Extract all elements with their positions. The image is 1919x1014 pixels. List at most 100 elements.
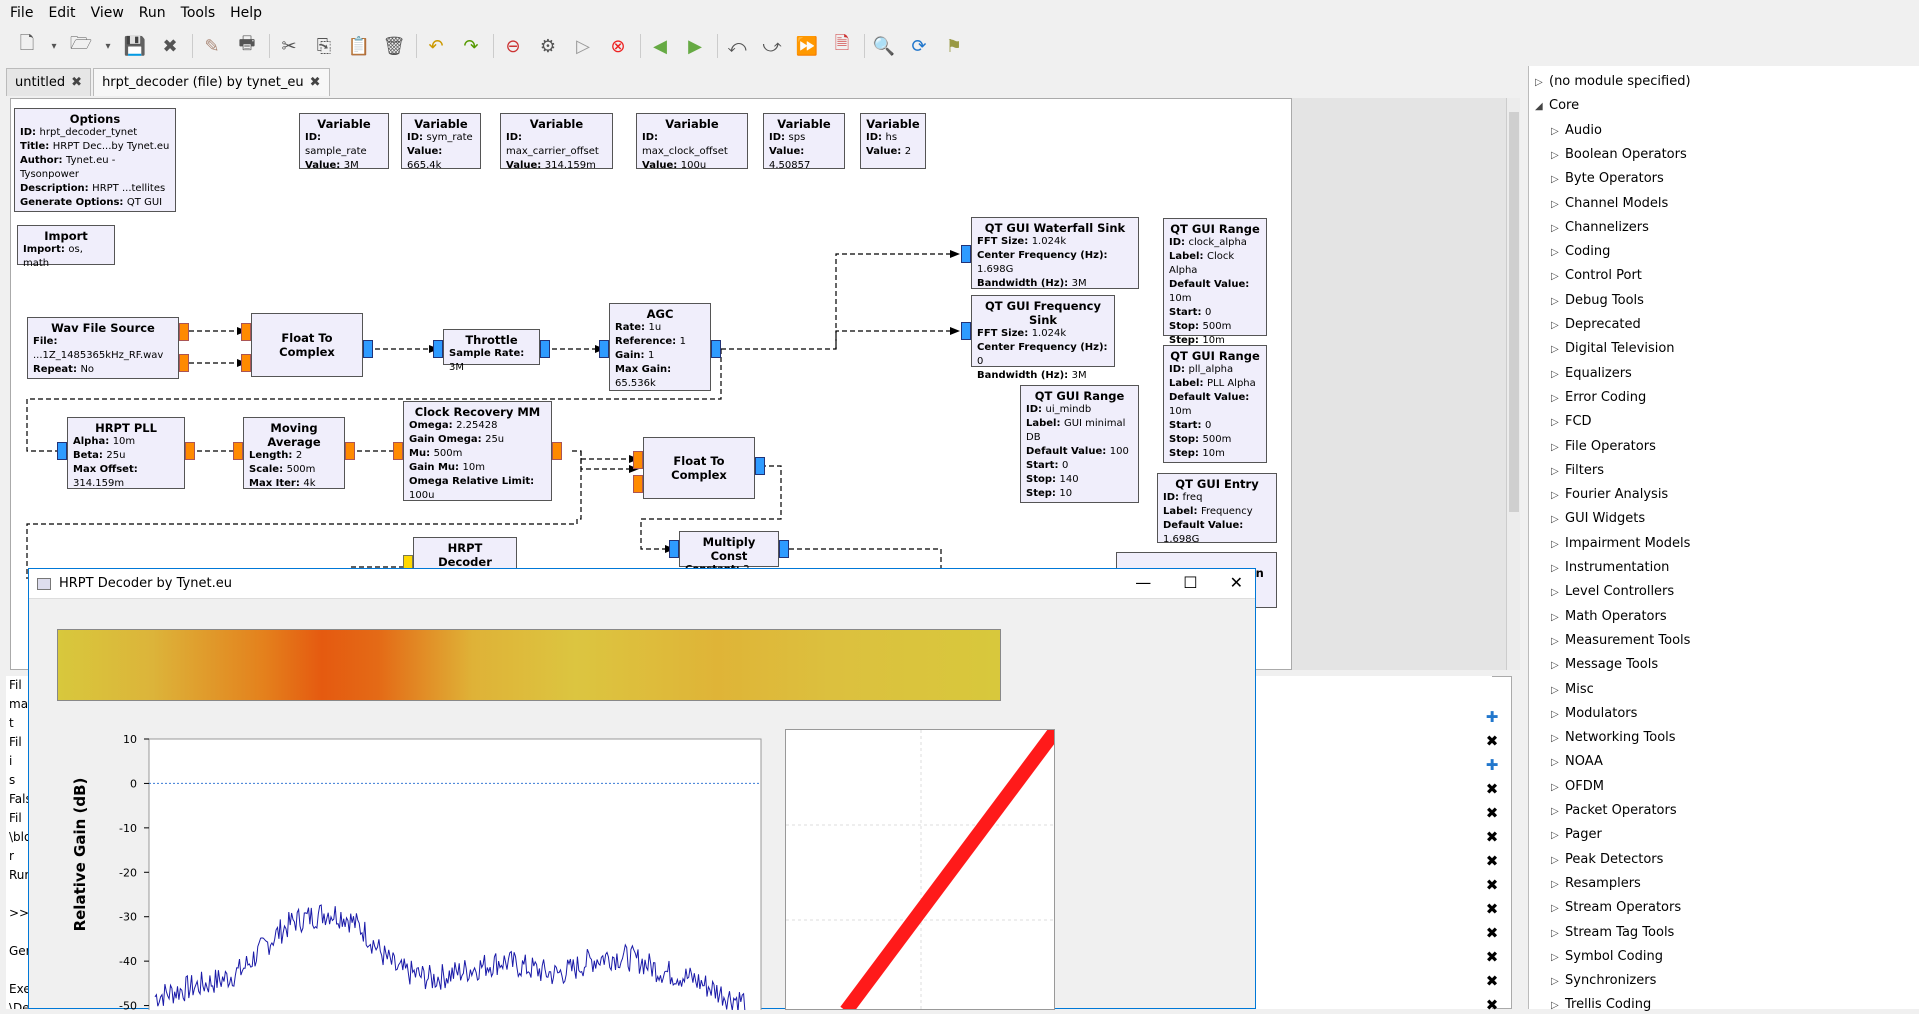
new-dropdown-icon[interactable]: ▾ bbox=[49, 33, 59, 59]
paste-icon[interactable]: 📋 bbox=[346, 33, 372, 59]
port-in[interactable] bbox=[433, 340, 443, 358]
block-qt-gui-range-mindb[interactable]: QT GUI Range ID: ui_mindb Label: GUI minim… bbox=[1020, 385, 1139, 503]
collapsed-arrow-icon[interactable]: ▷ bbox=[1551, 417, 1565, 428]
remove-icon[interactable]: ✖ bbox=[1485, 732, 1499, 750]
port-out[interactable] bbox=[711, 340, 721, 358]
block-variable-sample-rate[interactable]: Variable ID: sample_rate Value: 3M bbox=[299, 113, 389, 171]
scrollbar-thumb[interactable] bbox=[1509, 112, 1519, 512]
block-variable-hs[interactable]: Variable ID: hs Value: 2 bbox=[860, 113, 926, 169]
collapsed-arrow-icon[interactable]: ▷ bbox=[1551, 126, 1565, 137]
port-in[interactable] bbox=[633, 475, 643, 493]
library-category[interactable]: ▷ Level Controllers bbox=[1551, 584, 1674, 599]
block-library-tree[interactable]: ▷ (no module specified) ◢ Core ▷ Audio ▷ Boolea… bbox=[1528, 66, 1919, 1012]
collapsed-arrow-icon[interactable]: ▷ bbox=[1551, 685, 1565, 696]
collapsed-arrow-icon[interactable]: ▷ bbox=[1551, 514, 1565, 525]
collapsed-arrow-icon[interactable]: ▷ bbox=[1551, 830, 1565, 841]
execute-icon[interactable]: ▷ bbox=[570, 33, 596, 59]
delete-icon[interactable]: 🗑 bbox=[381, 33, 407, 59]
library-category[interactable]: ▷ Control Port bbox=[1551, 268, 1642, 283]
menu-file[interactable]: File bbox=[10, 5, 33, 21]
block-float-to-complex-2[interactable]: Float To Complex bbox=[643, 437, 755, 499]
library-category[interactable]: ▷ NOAA bbox=[1551, 754, 1603, 769]
library-category[interactable]: ▷ Error Coding bbox=[1551, 390, 1646, 405]
library-category[interactable]: ▷ File Operators bbox=[1551, 439, 1656, 454]
library-category[interactable]: ▷ Deprecated bbox=[1551, 317, 1641, 332]
block-qt-gui-range-pll-alpha[interactable]: QT GUI Range ID: pll_alpha Label: PLL Alph… bbox=[1163, 345, 1267, 463]
menu-view[interactable]: View bbox=[91, 5, 124, 21]
hrpt-decoder-window[interactable]: HRPT Decoder by Tynet.eu — ☐ ✕ 10 0 -10 -20… bbox=[28, 568, 1256, 1010]
collapsed-arrow-icon[interactable]: ▷ bbox=[1551, 709, 1565, 720]
collapsed-arrow-icon[interactable]: ▷ bbox=[1551, 1000, 1565, 1011]
library-category[interactable]: ▷ Synchronizers bbox=[1551, 973, 1656, 988]
collapsed-arrow-icon[interactable]: ▷ bbox=[1551, 636, 1565, 647]
tab-untitled[interactable]: untitled ✖ bbox=[6, 68, 92, 96]
remove-icon[interactable]: ✖ bbox=[1485, 780, 1499, 798]
library-category[interactable]: ▷ (no module specified) bbox=[1535, 74, 1691, 89]
port-in[interactable] bbox=[961, 322, 971, 340]
library-category[interactable]: ▷ Peak Detectors bbox=[1551, 852, 1663, 867]
collapsed-arrow-icon[interactable]: ▷ bbox=[1551, 733, 1565, 744]
save-icon[interactable]: 💾 bbox=[122, 33, 148, 59]
library-category[interactable]: ▷ Instrumentation bbox=[1551, 560, 1669, 575]
arrow-left-icon[interactable]: ◀ bbox=[647, 33, 673, 59]
window-title-bar[interactable]: HRPT Decoder by Tynet.eu bbox=[29, 569, 1255, 599]
block-variable-max-carrier-offset[interactable]: Variable ID: max_carrier_offset Value: 314… bbox=[500, 113, 613, 171]
block-qt-gui-frequency-sink[interactable]: QT GUI Frequency Sink FFT Size: 1.024k Cen… bbox=[971, 295, 1115, 381]
library-category[interactable]: ▷ Modulators bbox=[1551, 706, 1637, 721]
collapsed-arrow-icon[interactable]: ▷ bbox=[1551, 199, 1565, 210]
remove-icon[interactable]: ✖ bbox=[1485, 924, 1499, 942]
library-category[interactable]: ▷ FCD bbox=[1551, 414, 1592, 429]
block-variable-sps[interactable]: Variable ID: sps Value: 4.50857 bbox=[763, 113, 845, 171]
menu-edit[interactable]: Edit bbox=[48, 5, 75, 21]
port-out[interactable] bbox=[185, 442, 195, 460]
library-category[interactable]: ▷ Coding bbox=[1551, 244, 1610, 259]
library-category[interactable]: ▷ Channelizers bbox=[1551, 220, 1649, 235]
library-category[interactable]: ▷ Measurement Tools bbox=[1551, 633, 1690, 648]
port-out[interactable] bbox=[345, 442, 355, 460]
cut-icon[interactable]: ✂ bbox=[276, 33, 302, 59]
library-category[interactable]: ▷ OFDM bbox=[1551, 779, 1604, 794]
collapsed-arrow-icon[interactable]: ▷ bbox=[1551, 150, 1565, 161]
remove-icon[interactable]: ✖ bbox=[1485, 852, 1499, 870]
remove-icon[interactable]: ✖ bbox=[1485, 972, 1499, 990]
library-category[interactable]: ▷ Networking Tools bbox=[1551, 730, 1676, 745]
block-qt-gui-waterfall-sink[interactable]: QT GUI Waterfall Sink FFT Size: 1.024k Cen… bbox=[971, 217, 1139, 289]
menu-tools[interactable]: Tools bbox=[181, 5, 216, 21]
library-category[interactable]: ▷ Symbol Coding bbox=[1551, 949, 1663, 964]
collapsed-arrow-icon[interactable]: ▷ bbox=[1551, 296, 1565, 307]
remove-icon[interactable]: ✖ bbox=[1485, 948, 1499, 966]
library-category[interactable]: ▷ Message Tools bbox=[1551, 657, 1658, 672]
rotate-cw-icon[interactable]: ⤻ bbox=[759, 33, 785, 59]
redo-icon[interactable]: ↷ bbox=[458, 33, 484, 59]
remove-icon[interactable]: ✖ bbox=[1485, 876, 1499, 894]
collapsed-arrow-icon[interactable]: ▷ bbox=[1551, 976, 1565, 987]
port-out[interactable] bbox=[363, 340, 373, 358]
tab-close-icon[interactable]: ✖ bbox=[310, 75, 321, 90]
collapsed-arrow-icon[interactable]: ▷ bbox=[1551, 490, 1565, 501]
port-in[interactable] bbox=[241, 354, 251, 372]
collapsed-arrow-icon[interactable]: ▷ bbox=[1551, 928, 1565, 939]
library-category[interactable]: ▷ Audio bbox=[1551, 123, 1602, 138]
library-category[interactable]: ◢ Core bbox=[1535, 98, 1579, 113]
library-category[interactable]: ▷ Stream Tag Tools bbox=[1551, 925, 1674, 940]
find-icon[interactable]: 🔍 bbox=[871, 33, 897, 59]
menu-run[interactable]: Run bbox=[139, 5, 166, 21]
library-category[interactable]: ▷ Math Operators bbox=[1551, 609, 1667, 624]
block-variable-sym-rate[interactable]: Variable ID: sym_rate Value: 665.4k bbox=[401, 113, 481, 171]
collapsed-arrow-icon[interactable]: ▷ bbox=[1535, 77, 1549, 88]
collapsed-arrow-icon[interactable]: ▷ bbox=[1551, 782, 1565, 793]
library-category[interactable]: ▷ Impairment Models bbox=[1551, 536, 1690, 551]
collapsed-arrow-icon[interactable]: ▷ bbox=[1551, 247, 1565, 258]
block-qt-gui-range-clock-alpha[interactable]: QT GUI Range ID: clock_alpha Label: Clock … bbox=[1163, 218, 1267, 346]
collapsed-arrow-icon[interactable]: ▷ bbox=[1551, 344, 1565, 355]
library-category[interactable]: ▷ Byte Operators bbox=[1551, 171, 1664, 186]
collapsed-arrow-icon[interactable]: ▷ bbox=[1551, 855, 1565, 866]
port-out[interactable] bbox=[179, 323, 189, 341]
port-in[interactable] bbox=[961, 245, 971, 263]
collapsed-arrow-icon[interactable]: ▷ bbox=[1551, 320, 1565, 331]
undo-icon[interactable]: ↶ bbox=[423, 33, 449, 59]
port-in[interactable] bbox=[599, 340, 609, 358]
block-wav-file-source[interactable]: Wav File Source File: ...1Z_1485365kHz_RF… bbox=[27, 317, 179, 379]
collapsed-arrow-icon[interactable]: ▷ bbox=[1551, 612, 1565, 623]
library-category[interactable]: ▷ Channel Models bbox=[1551, 196, 1668, 211]
